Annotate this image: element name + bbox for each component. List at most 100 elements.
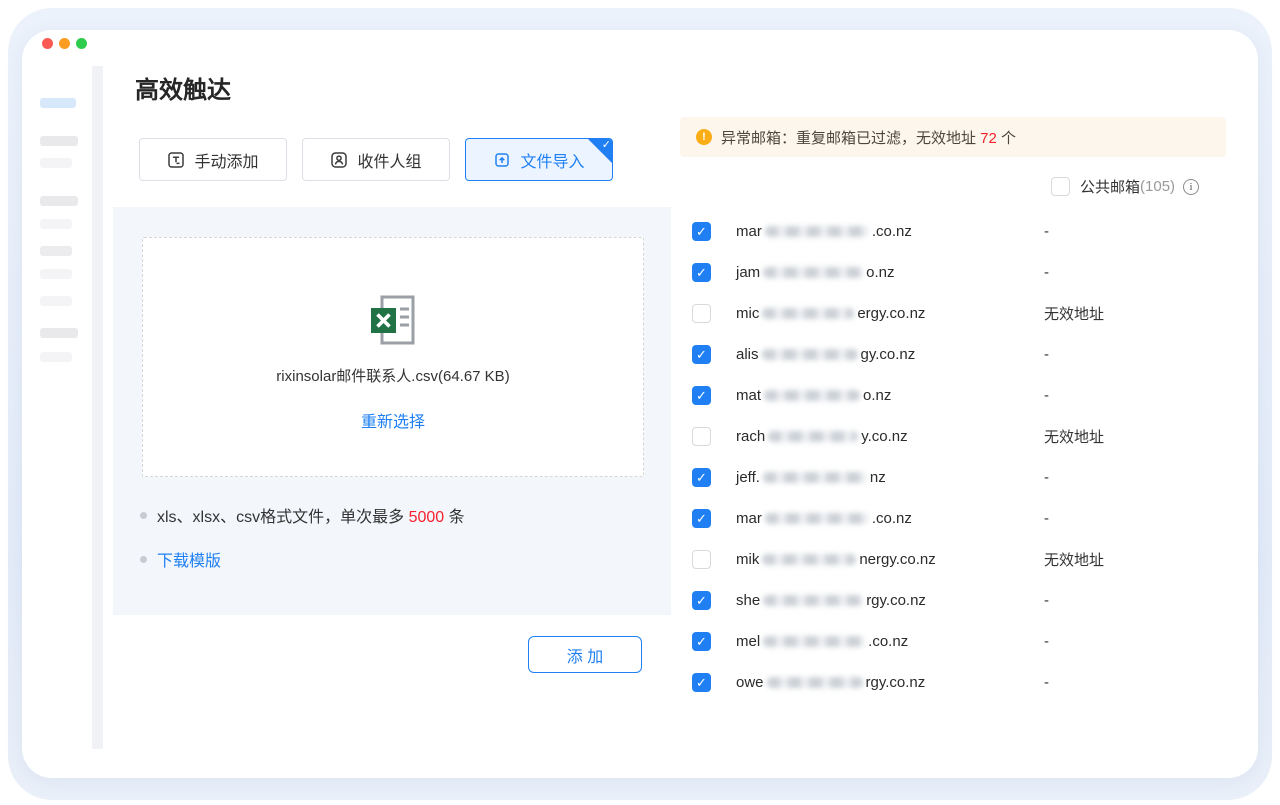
- invalid-count: 72: [980, 130, 997, 147]
- email-redacted-segment: [762, 349, 858, 360]
- email-status: -: [1044, 633, 1049, 650]
- email-address: micergy.co.nz: [736, 305, 925, 322]
- max-count: 5000: [409, 509, 445, 526]
- email-suffix: gy.co.nz: [861, 346, 916, 363]
- public-mailbox-row: 公共邮箱 (105) i: [1051, 176, 1199, 197]
- email-row: ✓ mat o.nz -: [670, 375, 1226, 416]
- email-address: alisgy.co.nz: [736, 346, 915, 363]
- email-row: ✓ jamo.nz -: [670, 252, 1226, 293]
- email-row: micergy.co.nz 无效地址: [670, 293, 1226, 334]
- sidebar-skeleton-bar: [40, 246, 72, 256]
- sidebar-divider: [92, 66, 103, 749]
- sidebar-skeleton-bar: [40, 328, 78, 338]
- email-address: owe rgy.co.nz: [736, 674, 925, 691]
- email-address: mel.co.nz: [736, 633, 908, 650]
- email-suffix: .co.nz: [872, 223, 912, 240]
- email-prefix: she: [736, 592, 760, 609]
- sidebar-skeleton-bar: [40, 219, 72, 229]
- email-prefix: rach: [736, 428, 765, 445]
- sidebar-skeleton-bar: [40, 158, 72, 168]
- email-checkbox[interactable]: ✓: [692, 345, 711, 364]
- window-controls: [42, 38, 87, 49]
- email-checkbox[interactable]: ✓: [692, 673, 711, 692]
- alert-text: 异常邮箱：重复邮箱已过滤，无效地址: [721, 130, 980, 147]
- email-prefix: mik: [736, 551, 759, 568]
- email-row: ✓ mel.co.nz -: [670, 621, 1226, 662]
- email-checkbox[interactable]: ✓: [692, 632, 711, 651]
- email-status: -: [1044, 469, 1049, 486]
- email-status: -: [1044, 592, 1049, 609]
- email-address: rachy.co.nz: [736, 428, 908, 445]
- bullet-dot: [140, 556, 147, 563]
- email-checkbox[interactable]: [692, 550, 711, 569]
- email-address: mat o.nz: [736, 387, 891, 404]
- email-prefix: mar: [736, 223, 762, 240]
- email-suffix: nz: [870, 469, 886, 486]
- email-checkbox[interactable]: [692, 427, 711, 446]
- format-note-text: xls、xlsx、csv格式文件，单次最多: [157, 509, 409, 526]
- reselect-file-link[interactable]: 重新选择: [143, 408, 643, 432]
- email-prefix: mar: [736, 510, 762, 527]
- email-checkbox[interactable]: ✓: [692, 386, 711, 405]
- email-checkbox[interactable]: ✓: [692, 222, 711, 241]
- email-address: jamo.nz: [736, 264, 895, 281]
- file-dropzone[interactable]: rixinsolar邮件联系人.csv(64.67 KB) 重新选择: [142, 237, 644, 477]
- download-template-link[interactable]: 下载模版: [157, 547, 221, 571]
- email-redacted-segment: [767, 677, 863, 688]
- maximize-window-dot[interactable]: [76, 38, 87, 49]
- email-row: ✓ mar.co.nz -: [670, 498, 1226, 539]
- info-icon[interactable]: i: [1183, 179, 1199, 195]
- email-redacted-segment: [763, 267, 863, 278]
- import-method-tabs: 手动添加 ✓ 收件人组 ✓ 文件导入 ✓: [139, 138, 613, 181]
- format-note-suffix: 条: [444, 509, 464, 526]
- email-status: -: [1044, 510, 1049, 527]
- uploaded-file-name: rixinsolar邮件联系人.csv(64.67 KB): [143, 365, 643, 386]
- tab-label: 收件人组: [357, 148, 421, 172]
- email-status: 无效地址: [1044, 549, 1104, 570]
- email-suffix: .co.nz: [868, 633, 908, 650]
- app-window: 高效触达 手动添加 ✓ 收件人组 ✓ 文件导入 ✓ !: [22, 30, 1258, 778]
- email-prefix: jam: [736, 264, 760, 281]
- email-checkbox[interactable]: ✓: [692, 263, 711, 282]
- email-address: shergy.co.nz: [736, 592, 926, 609]
- email-address: mik nergy.co.nz: [736, 551, 936, 568]
- tab-file-import[interactable]: 文件导入 ✓: [465, 138, 613, 181]
- add-button[interactable]: 添 加: [528, 636, 642, 673]
- email-suffix: rgy.co.nz: [866, 674, 926, 691]
- email-suffix: o.nz: [863, 387, 891, 404]
- email-status: -: [1044, 264, 1049, 281]
- email-status: 无效地址: [1044, 426, 1104, 447]
- email-suffix: nergy.co.nz: [859, 551, 935, 568]
- sidebar-skeleton-bar: [40, 136, 78, 146]
- tab-recipient-group[interactable]: 收件人组 ✓: [302, 138, 450, 181]
- email-redacted-segment: [763, 472, 867, 483]
- email-checkbox[interactable]: [692, 304, 711, 323]
- email-status: 无效地址: [1044, 303, 1104, 324]
- tab-label: 文件导入: [520, 148, 584, 172]
- file-import-icon: [493, 151, 511, 169]
- email-suffix: ergy.co.nz: [857, 305, 925, 322]
- email-checkbox[interactable]: ✓: [692, 509, 711, 528]
- sidebar-skeleton-bar: [40, 269, 72, 279]
- public-mailbox-count: (105): [1140, 178, 1175, 195]
- email-row: ✓ mar .co.nz -: [670, 211, 1226, 252]
- email-redacted-segment: [762, 308, 854, 319]
- abnormal-mailbox-alert: ! 异常邮箱：重复邮箱已过滤，无效地址 72 个: [680, 117, 1226, 157]
- email-status: -: [1044, 387, 1049, 404]
- email-prefix: owe: [736, 674, 764, 691]
- email-row: ✓ owergy.co.nz -: [670, 662, 1226, 703]
- email-address: jeff.nz: [736, 469, 886, 486]
- email-status: -: [1044, 223, 1049, 240]
- email-redacted-segment: [762, 554, 856, 565]
- email-checkbox[interactable]: ✓: [692, 591, 711, 610]
- minimize-window-dot[interactable]: [59, 38, 70, 49]
- email-prefix: mat: [736, 387, 761, 404]
- public-mailbox-checkbox[interactable]: [1051, 177, 1070, 196]
- email-row: rachy.co.nz 无效地址: [670, 416, 1226, 457]
- close-window-dot[interactable]: [42, 38, 53, 49]
- selected-check-icon: ✓: [602, 138, 611, 151]
- email-checkbox[interactable]: ✓: [692, 468, 711, 487]
- tab-manual-add[interactable]: 手动添加 ✓: [139, 138, 287, 181]
- recipient-group-icon: [330, 151, 348, 169]
- bullet-dot: [140, 512, 147, 519]
